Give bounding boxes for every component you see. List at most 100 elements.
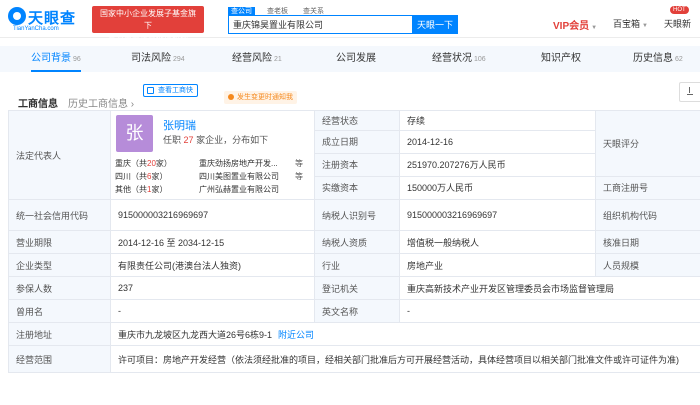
summary-suffix: 家企业，分布如下 [196,135,269,145]
insured-label: 参保人数 [8,276,111,300]
table-row: 法定代表人 张 张明瑞 任职 27 家企业，分布如下 重庆（共20家） 重庆劲扬房… [8,110,700,200]
tab-label: 经营状况 [432,53,472,64]
legal-rep-name[interactable]: 张明瑞 [163,117,196,133]
top-header: 天眼查 TianYanCha.com 国家中小企业发展子基金旗下 官方备案企业征… [0,0,700,42]
region-name: 四川 [115,172,131,181]
search-input[interactable] [229,16,413,33]
document-icon [147,87,154,94]
chevron-down-icon: ▼ [642,23,648,29]
change-notify-button[interactable]: 发生变更时通知我 [224,91,297,104]
tab-judicial-risk[interactable]: 司法风险 294 [131,46,185,72]
tab-operating-risk[interactable]: 经营风险 21 [232,46,282,72]
term-label: 营业期限 [8,230,111,254]
former-name-value: - [110,299,315,323]
logo-domain: TianYanCha.com [13,26,59,32]
tab-company-development[interactable]: 公司发展 [336,46,376,72]
founded-value: 2014-12-16 [399,129,596,154]
vip-label: VIP会员 [553,21,590,32]
tab-count: 21 [274,56,282,63]
table-row: 企业类型 有限责任公司(港澳台法人独资) 行业 房地产业 人员规模 [8,253,700,277]
region-count: 1 [147,185,152,194]
download-button[interactable] [679,82,700,102]
promo-line-2: 官方备案企业征信机构 [108,33,188,42]
promo-banner[interactable]: 国家中小企业发展子基金旗下 官方备案企业征信机构 [92,6,204,42]
taxpayer-type-label: 纳税人资质 [314,230,400,254]
toolbox-label: 百宝箱 [613,19,641,29]
summary-count[interactable]: 27 [184,135,194,145]
tab-operating-status[interactable]: 经营状况 106 [432,46,486,72]
section-title: 工商信息 [18,99,58,110]
tab-count: 96 [73,56,81,63]
taxpayer-type-value: 增值税一般纳税人 [399,230,596,254]
former-name-label: 曾用名 [8,299,111,323]
search-type-tabs: 查公司 查老板 查关系 [228,5,336,17]
legal-rep-summary: 任职 27 家企业，分布如下 [163,133,268,146]
tab-count: 106 [474,56,486,63]
tab-label: 知识产权 [541,53,581,64]
change-badge-label: 发生变更时通知我 [237,94,293,101]
view-business-snapshot-button[interactable]: 查看工商快 [143,84,198,97]
company-type-label: 企业类型 [8,253,111,277]
vip-member-link[interactable]: VIP会员 ▼ [553,17,597,32]
address-value: 重庆市九龙坡区九龙西大道26号6栋9-1 [118,329,273,340]
taxpayer-id-value: 915000003216969697 [399,199,596,231]
industry-value: 房地产业 [399,253,596,277]
authority-label: 登记机关 [314,276,400,300]
table-row: 营业期限 2014-12-16 至 2034-12-15 纳税人资质 增值税一般… [8,230,700,254]
tab-intellectual-property[interactable]: 知识产权 [541,46,581,72]
toolbox-link[interactable]: 百宝箱 ▼ [613,17,648,30]
english-name-value: - [399,299,700,323]
view-badge-label: 查看工商快 [158,87,193,94]
list-item: 四川（共6家） 四川美图置业有限公司等 [115,170,303,183]
company-link[interactable]: 四川美图置业有限公司 [199,170,279,183]
tab-label: 公司发展 [336,53,376,64]
status-label: 经营状态 [314,110,400,131]
etc-text: 等 [295,159,303,168]
table-row: 经营范围 许可项目：房地产开发经营（依法须经批准的项目，经相关部门批准后方可开展… [8,345,700,373]
history-business-info-link[interactable]: 历史工商信息 › [68,95,134,110]
tab-label: 历史信息 [633,53,673,64]
table-row: 曾用名 - 英文名称 - [8,299,700,323]
taxpayer-id-label: 纳税人识别号 [314,199,400,231]
english-name-label: 英文名称 [314,299,400,323]
scope-value: 许可项目：房地产开发经营（依法须经批准的项目，经相关部门批准后方可开展经营活动，… [110,345,700,373]
chevron-right-icon: › [130,99,135,110]
region-name: 重庆 [115,159,131,168]
table-row: 统一社会信用代码 915000003216969697 纳税人识别号 91500… [8,199,700,231]
chevron-down-icon: ▼ [591,25,598,31]
reg-no-label: 工商注册号 [595,175,700,201]
list-item: 其他（共1家） 广州弘赫置业有限公司 [115,183,279,196]
promo-line-1: 国家中小企业发展子基金旗下 [100,9,196,30]
nearby-companies-link[interactable]: 附近公司 [278,330,314,340]
org-code-label: 组织机构代码 [595,199,700,231]
tab-history-info[interactable]: 历史信息 62 [633,46,683,72]
business-info-table: 法定代表人 张 张明瑞 任职 27 家企业，分布如下 重庆（共20家） 重庆劲扬房… [8,110,700,373]
reg-capital-label: 注册资本 [314,152,400,177]
credit-code-value: 915000003216969697 [110,199,315,231]
scope-label: 经营范围 [8,345,111,373]
region-name: 其他 [115,185,131,194]
authority-value: 重庆高新技术产业开发区管理委员会市场监督管理局 [399,276,700,300]
credit-code-label: 统一社会信用代码 [8,199,111,231]
company-link[interactable]: 重庆劲扬房地产开发... [199,157,278,170]
tab-label: 经营风险 [232,53,272,64]
tab-count: 62 [675,56,683,63]
hot-badge: HOT [670,6,689,14]
search-button[interactable]: 天眼一下 [412,15,458,34]
business-info-header: 工商信息 历史工商信息 › [0,82,700,112]
etc-text: 等 [295,172,303,181]
list-item: 重庆（共20家） 重庆劲扬房地产开发... 等 [115,157,303,170]
company-link[interactable]: 广州弘赫置业有限公司 [199,183,279,196]
tab-company-background[interactable]: 公司背景 96 [31,46,81,72]
legal-rep-distribution: 重庆（共20家） 重庆劲扬房地产开发... 等 四川（共6家） 四川美图置业有限公司等… [115,157,310,196]
industry-label: 行业 [314,253,400,277]
tianyan-new-link[interactable]: 天眼新 [664,17,691,30]
tab-label: 公司背景 [31,53,71,64]
tianyancha-logo[interactable]: 天眼查 TianYanCha.com [8,7,86,33]
logo-eye-icon [8,7,26,25]
status-value: 存续 [399,110,596,131]
paid-capital-label: 实缴资本 [314,175,400,201]
avatar[interactable]: 张 [116,115,153,152]
tab-label: 司法风险 [131,53,171,64]
approval-date-label: 核准日期 [595,230,700,254]
